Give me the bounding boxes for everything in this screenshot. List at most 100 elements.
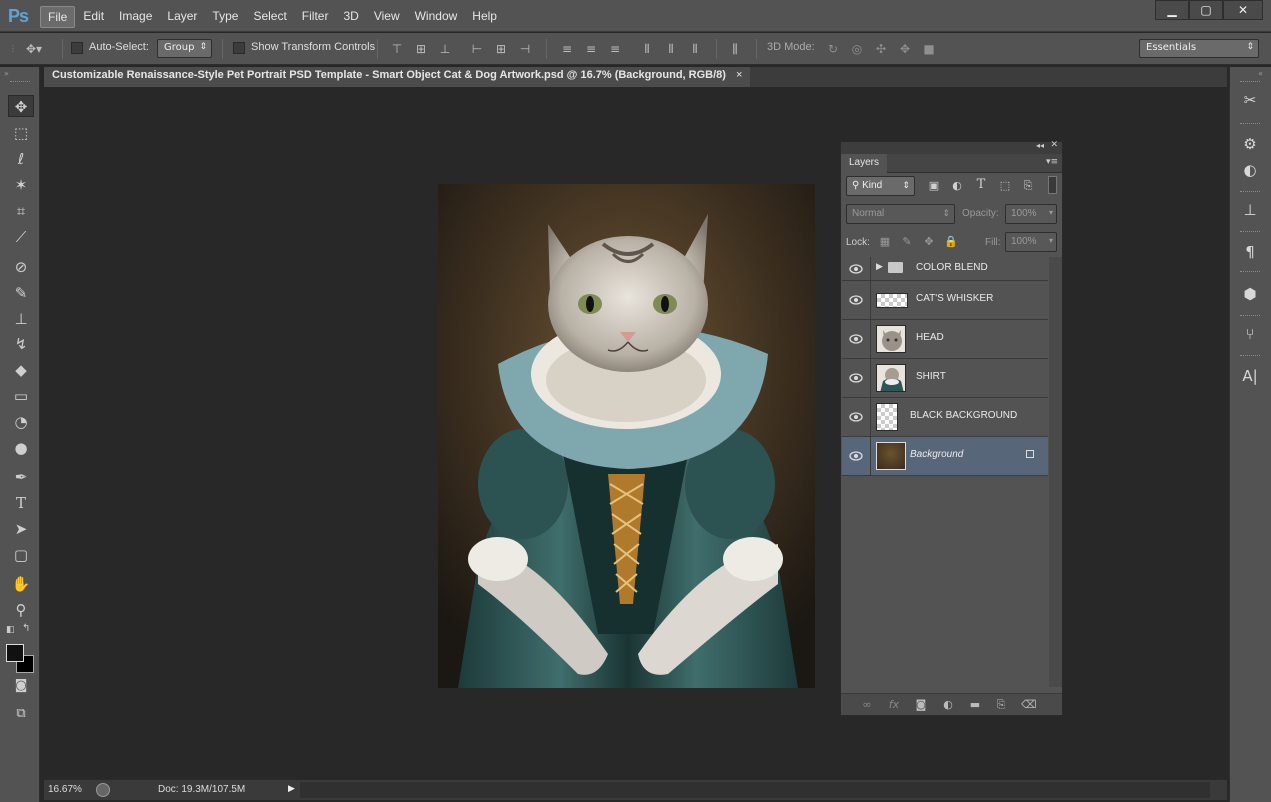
layer-row-cats-whisker[interactable]: CAT'S WHISKER [842,281,1048,320]
collapse-icon[interactable]: » [4,69,9,78]
adjustment-layer-icon[interactable]: ◐ [941,698,955,711]
shape-filter-icon[interactable]: ⬚ [998,179,1012,192]
menu-select[interactable]: Select [246,6,293,28]
marquee-tool-icon[interactable]: ⬚ [8,122,34,144]
layer-row-head[interactable]: HEAD [842,320,1048,359]
character-panel-icon[interactable]: A| [1238,365,1262,387]
align-left-icon[interactable]: ⊢ [470,42,484,56]
maximize-button[interactable]: ▢ [1189,0,1223,20]
align-bottom-icon[interactable]: ⊥ [438,42,452,56]
history-brush-icon[interactable]: ↯ [8,333,34,355]
swap-colors-icon[interactable]: ↰ [22,623,30,634]
visibility-eye-icon[interactable] [848,263,864,275]
pen-tool-icon[interactable]: ✒ [8,466,34,488]
path-selection-icon[interactable]: ➤ [8,518,34,540]
menu-edit[interactable]: Edit [76,6,111,28]
lock-transparent-icon[interactable]: ▦ [878,235,892,248]
3d-slide-icon[interactable]: ✥ [898,42,912,56]
distribute-bottom-icon[interactable]: ≡ [608,42,622,56]
layer-row-shirt[interactable]: SHIRT [842,359,1048,398]
layer-row-color-blend[interactable]: ▶ COLOR BLEND [842,257,1048,281]
visibility-eye-icon[interactable] [848,450,864,462]
healing-brush-icon[interactable]: ⊘ [8,256,34,278]
menu-filter[interactable]: Filter [295,6,336,28]
paragraph-icon[interactable]: ¶ [1238,241,1262,263]
adjustments-icon[interactable]: ◐ [1238,159,1262,181]
visibility-eye-icon[interactable] [848,333,864,345]
lasso-tool-icon[interactable]: ℓ [8,148,34,170]
3d-pan-icon[interactable]: ✣ [874,42,888,56]
auto-select-dropdown[interactable]: Group ⇕ [157,39,212,58]
expand-icon[interactable]: « [1258,69,1263,78]
close-tab-icon[interactable]: × [736,69,742,81]
menu-window[interactable]: Window [408,6,465,28]
type-filter-icon[interactable]: T [974,177,988,192]
delete-layer-icon[interactable]: ⌫ [1021,698,1037,711]
clone-stamp-icon[interactable]: ⊥ [8,308,34,330]
menu-file[interactable]: File [40,6,76,28]
horizontal-scrollbar[interactable] [300,782,1210,798]
3d-scale-icon[interactable]: ■ [922,42,936,56]
artwork-image[interactable] [438,184,815,688]
distribute-right-icon[interactable]: ⦀ [688,42,702,56]
blur-tool-icon[interactable]: ◔ [8,411,34,433]
dodge-tool-icon[interactable]: ● [8,437,34,459]
close-panel-icon[interactable]: ✕ [1050,140,1058,150]
3d-rotate-icon[interactable]: ↻ [826,42,840,56]
type-tool-icon[interactable]: T [8,492,34,514]
visibility-eye-icon[interactable] [848,372,864,384]
default-colors-icon[interactable]: ◧ [6,625,15,635]
layer-style-icon[interactable]: fx [887,698,901,711]
menu-help[interactable]: Help [465,6,504,28]
menu-layer[interactable]: Layer [160,6,204,28]
expand-group-icon[interactable]: ▶ [876,262,883,272]
gradient-icon[interactable]: ▭ [8,385,34,407]
opacity-field[interactable]: 100% ▾ [1005,204,1057,224]
align-right-icon[interactable]: ⊣ [518,42,532,56]
blend-mode-dropdown[interactable]: Normal ⇕ [846,204,955,224]
collapse-panel-icon[interactable]: ◂◂ [1036,141,1044,150]
lock-position-icon[interactable]: ✥ [922,235,936,248]
tool-presets-icon[interactable]: ✂ [1238,89,1262,111]
zoom-tool-icon[interactable]: ⚲ [8,599,34,621]
status-menu-arrow-icon[interactable]: ▶ [288,784,295,794]
foreground-color-swatch[interactable] [6,644,24,662]
show-transform-checkbox[interactable] [233,42,245,54]
align-hcenter-icon[interactable]: ⊞ [494,42,508,56]
character-styles-icon[interactable]: ⊥ [1238,199,1262,221]
panel-menu-icon[interactable]: ▾≡ [1046,157,1058,167]
menu-3d[interactable]: 3D [336,6,365,28]
tab-layers[interactable]: Layers [841,154,888,173]
screen-mode-icon[interactable]: ⧉ [8,703,34,725]
shape-tool-icon[interactable]: ▢ [8,544,34,566]
align-top-icon[interactable]: ⊤ [390,42,404,56]
fill-field[interactable]: 100% ▾ [1005,232,1057,252]
brush-tool-icon[interactable]: ✎ [8,282,34,304]
move-tool-icon[interactable]: ✥ [8,95,34,117]
lock-pixels-icon[interactable]: ✎ [900,235,914,248]
distribute-left-icon[interactable]: ⦀ [640,42,654,56]
align-vcenter-icon[interactable]: ⊞ [414,42,428,56]
adjustment-filter-icon[interactable]: ◐ [950,179,964,192]
link-layers-icon[interactable]: ∞ [860,698,874,711]
layers-scrollbar[interactable] [1049,257,1062,687]
layer-row-black-background[interactable]: BLACK BACKGROUND [842,398,1048,437]
filter-kind-dropdown[interactable]: ⚲ Kind ⇕ [846,176,915,196]
eraser-icon[interactable]: ◆ [8,359,34,381]
visibility-eye-icon[interactable] [848,294,864,306]
eyedropper-icon[interactable]: ⟋ [8,226,34,248]
3d-panel-icon[interactable]: ⬢ [1238,283,1262,305]
move-tool-preset-icon[interactable]: ✥▾ [22,42,46,56]
distribute-hcenter-icon[interactable]: ⦀ [664,42,678,56]
swatches-icon[interactable]: ⚙ [1238,133,1262,155]
layer-row-background[interactable]: Background [842,437,1048,476]
smart-object-filter-icon[interactable]: ⎘ [1021,179,1035,193]
visibility-eye-icon[interactable] [848,411,864,423]
lock-all-icon[interactable]: 🔒 [944,235,958,248]
magic-wand-icon[interactable]: ✶ [8,174,34,196]
filter-toggle[interactable] [1048,176,1057,194]
add-mask-icon[interactable]: ◙ [914,698,928,711]
minimize-button[interactable]: ▁ [1155,0,1189,20]
pixel-filter-icon[interactable]: ▣ [927,179,941,192]
distribute-top-icon[interactable]: ≡ [560,42,574,56]
